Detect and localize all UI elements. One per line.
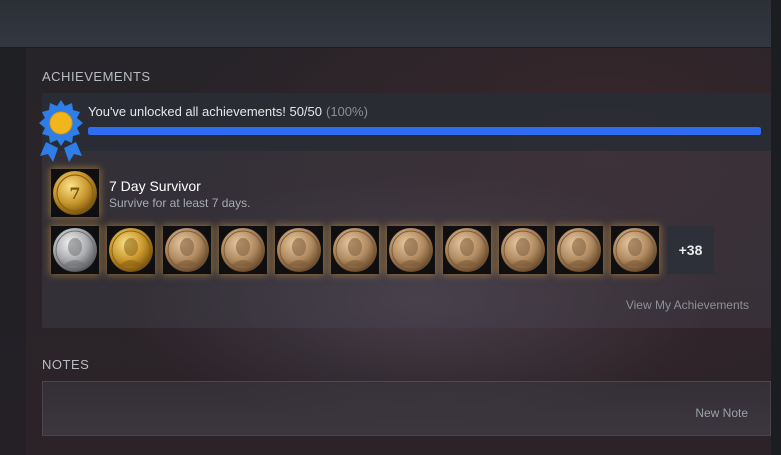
achievements-panel: You've unlocked all achievements! 50/50 (… [39, 93, 771, 328]
progress-bar [88, 127, 761, 135]
bronze-coin-icon [501, 228, 545, 272]
gold-coin-icon [109, 228, 153, 272]
progress-bar-fill [88, 127, 761, 135]
gold-coin-icon: 7 [53, 171, 97, 215]
notes-heading: NOTES [42, 357, 90, 372]
featured-achievement-icon[interactable]: 7 [51, 169, 99, 217]
progress-percent: (100%) [326, 104, 368, 119]
bronze-coin-icon [165, 228, 209, 272]
achievement-icon[interactable] [499, 226, 547, 274]
achievement-icon[interactable] [107, 226, 155, 274]
achievement-icon[interactable] [387, 226, 435, 274]
achievement-icon[interactable] [611, 226, 659, 274]
achievement-icon[interactable] [219, 226, 267, 274]
bronze-coin-icon [557, 228, 601, 272]
notes-panel: New Note [42, 381, 771, 436]
award-ribbon-icon [39, 100, 83, 162]
progress-message: You've unlocked all achievements! 50/50 (… [88, 104, 368, 119]
scrollbar-track[interactable] [771, 0, 781, 455]
bronze-coin-icon [389, 228, 433, 272]
bronze-coin-icon [445, 228, 489, 272]
top-bar [0, 0, 771, 48]
bronze-coin-icon [277, 228, 321, 272]
featured-achievement-name: 7 Day Survivor [109, 178, 201, 194]
achievement-progress: You've unlocked all achievements! 50/50 (… [39, 93, 771, 162]
achievement-icon[interactable] [443, 226, 491, 274]
new-note-button[interactable]: New Note [695, 406, 748, 420]
achievement-icon[interactable] [275, 226, 323, 274]
view-my-achievements-link[interactable]: View My Achievements [626, 298, 749, 312]
more-achievements-button[interactable]: +38 [667, 226, 714, 274]
svg-text:7: 7 [69, 184, 80, 203]
silver-coin-icon [53, 228, 97, 272]
achievement-icon[interactable] [331, 226, 379, 274]
left-gutter [0, 48, 26, 455]
bronze-coin-icon [333, 228, 377, 272]
bronze-coin-icon [221, 228, 265, 272]
achievement-icon[interactable] [51, 226, 99, 274]
achievement-icon-row: +38 [51, 226, 714, 274]
featured-achievement-description: Survive for at least 7 days. [109, 196, 251, 210]
bronze-coin-icon [613, 228, 657, 272]
achievement-icon[interactable] [163, 226, 211, 274]
progress-message-text: You've unlocked all achievements! 50/50 [88, 104, 322, 119]
achievements-heading: ACHIEVEMENTS [42, 69, 151, 84]
achievement-icon[interactable] [555, 226, 603, 274]
